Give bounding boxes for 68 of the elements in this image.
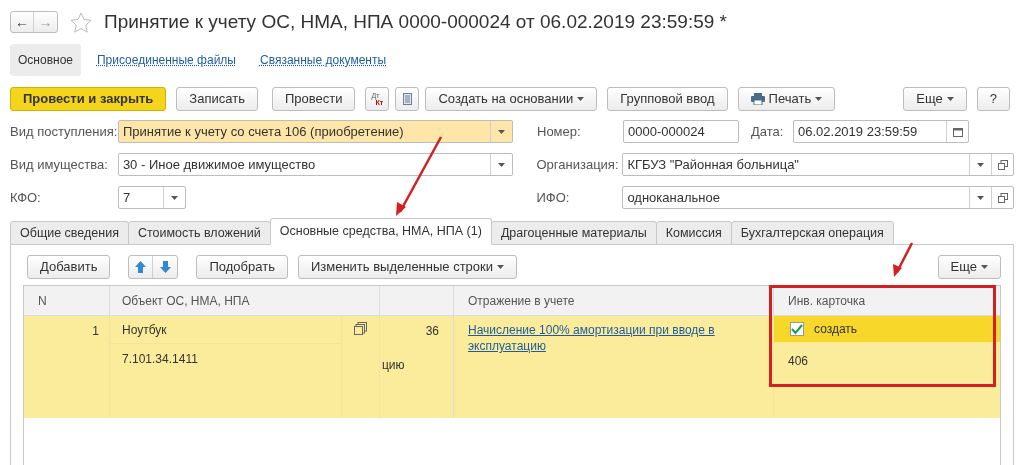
caret-icon: [497, 162, 505, 167]
field-label: Дата:: [751, 122, 785, 141]
copy-icon[interactable]: [354, 322, 367, 335]
field-label: Вид имущества:: [10, 155, 109, 174]
section-link[interactable]: Присоединенные файлы: [89, 44, 244, 76]
column-header: N: [24, 286, 110, 315]
organization-field[interactable]: КГБУЗ "Районная больница": [622, 153, 1014, 176]
printer-icon: [750, 93, 765, 105]
toolbar-button[interactable]: Групповой ввод: [607, 87, 728, 111]
annotation-arrow: [893, 242, 914, 277]
caret-icon: [170, 195, 178, 200]
toolbar-button[interactable]: Подобрать: [196, 255, 288, 279]
table-cell-text: цию: [381, 357, 406, 374]
list-icon: [402, 93, 412, 105]
caret-icon: [977, 162, 984, 167]
section-link[interactable]: Основное: [10, 44, 81, 76]
star-icon[interactable]: [70, 11, 92, 33]
field-label: Организация:: [536, 155, 620, 174]
table-cell-text: 406: [787, 353, 810, 370]
number-field[interactable]: 0000-000024: [623, 120, 739, 143]
accounting-link[interactable]: Начисление 100% амортизации при вводе в эксплуатацию: [468, 322, 759, 354]
post-and-close-button[interactable]: Провести и закрыть: [10, 87, 167, 111]
dropdown-button[interactable]: Создать на основании: [425, 87, 598, 111]
field-label: Вид поступления:: [10, 122, 116, 141]
caret-icon: [815, 97, 823, 101]
section-link[interactable]: Связанные документы: [252, 44, 395, 76]
window-title: Принятие к учету ОС, НМА, НПА 0000-000024 от 06.02.2019 23:59:59 *: [104, 9, 727, 34]
dropdown-button[interactable]: Еще: [903, 87, 967, 111]
field-label: ИФО:: [536, 188, 571, 207]
toolbar-button[interactable]: ?: [976, 87, 1010, 111]
caret-icon: [977, 195, 984, 200]
tab[interactable]: Бухгалтерская операция: [730, 221, 894, 245]
print-button[interactable]: Печать: [737, 87, 836, 111]
checkbox-label: создать: [814, 321, 858, 338]
caret-icon: [497, 265, 504, 269]
column-header: Отражение в учете: [454, 286, 774, 315]
table-cell-text: 36: [424, 323, 440, 340]
table-cell: 1: [24, 316, 110, 418]
list-button[interactable]: [395, 87, 420, 111]
property-type-field[interactable]: 30 - Иное движимое имущество: [117, 153, 513, 176]
back-button[interactable]: ←: [11, 12, 34, 32]
checkbox[interactable]: [790, 322, 804, 336]
receipt-type-field[interactable]: Принятие к учету со счета 106 (приобретение): [118, 120, 513, 143]
ifo-field[interactable]: одноканальное: [622, 186, 1014, 209]
move-buttons[interactable]: [128, 255, 179, 279]
toolbar-button[interactable]: Провести: [271, 87, 356, 111]
column-header: Инв. карточка: [787, 292, 867, 310]
field-label: Номер:: [537, 122, 582, 141]
kfo-field[interactable]: 7: [117, 186, 186, 209]
table-cell: Ноутбук: [110, 316, 341, 344]
table-cell-text: 7.101.34.1411: [121, 351, 199, 368]
toolbar-button[interactable]: Записать: [176, 87, 258, 111]
field-label: КФО:: [10, 188, 42, 207]
tab[interactable]: Комиссия: [655, 221, 732, 245]
table-row[interactable]: 1 Ноутбук 7.101.34.1411 36 цию Начисление 100% амортизации при вводе в эксплуатацию создать 406: [24, 316, 1000, 418]
more-button[interactable]: Еще: [937, 255, 1001, 279]
tab[interactable]: Драгоценные материалы: [490, 221, 657, 245]
caret-icon: [498, 129, 505, 134]
toolbar-button[interactable]: Добавить: [27, 255, 111, 279]
caret-icon: [946, 97, 954, 101]
tab[interactable]: Основные средства, НМА, НПА (1): [269, 218, 492, 245]
tab[interactable]: Стоимость вложений: [127, 221, 271, 245]
column-header: Объект ОС, НМА, НПА: [110, 286, 380, 315]
caret-icon: [577, 97, 585, 101]
dropdown-button[interactable]: Изменить выделенные строки: [297, 255, 517, 279]
date-field[interactable]: 06.02.2019 23:59:59: [793, 120, 969, 143]
caret-icon: [981, 265, 988, 269]
tab[interactable]: Общие сведения: [10, 221, 129, 245]
